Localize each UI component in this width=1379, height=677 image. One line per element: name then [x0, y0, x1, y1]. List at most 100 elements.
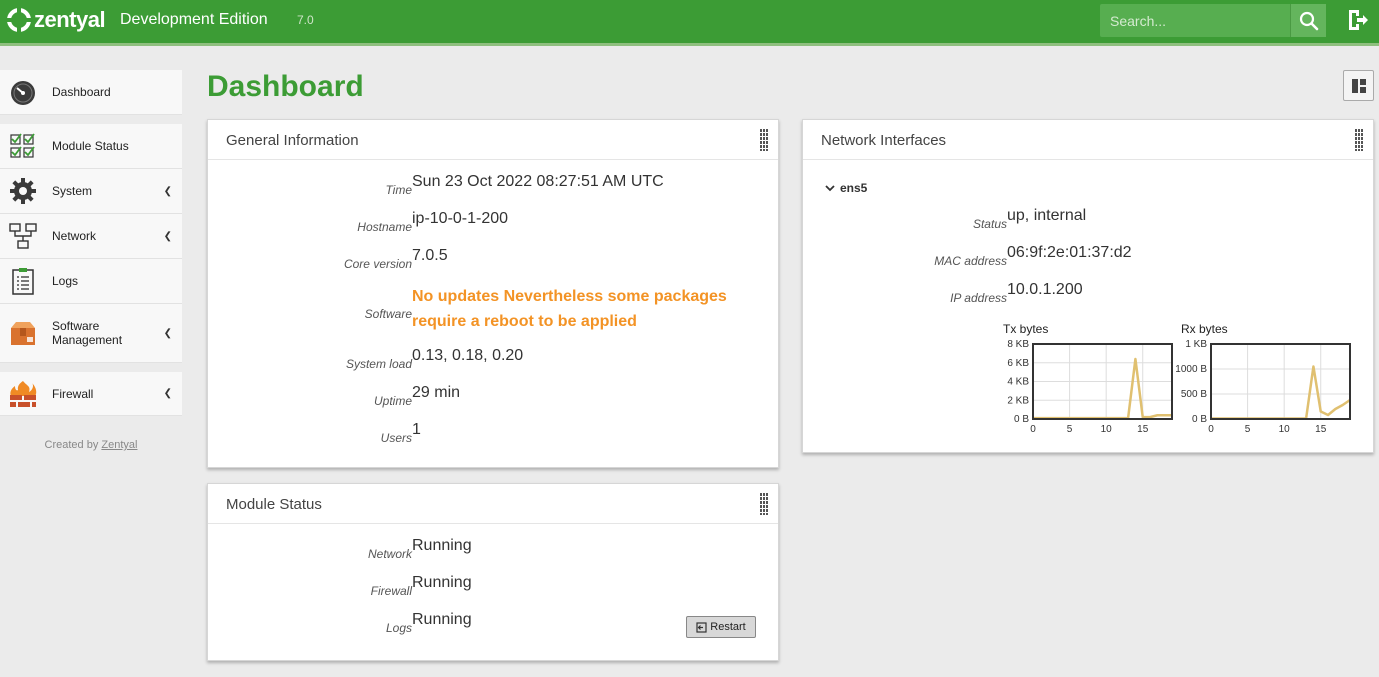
- restart-icon: [696, 621, 707, 633]
- y-tick-label: 6 KB: [1007, 358, 1029, 369]
- created-by-prefix: Created by: [44, 439, 102, 451]
- info-row-core-version: Core version: [208, 247, 412, 281]
- zentyal-link[interactable]: Zentyal: [101, 439, 137, 451]
- sidebar-item-firewall[interactable]: Firewall ❮: [0, 372, 182, 416]
- row-label: Logs: [385, 621, 412, 635]
- x-tick-label: 15: [1315, 424, 1327, 435]
- x-tick-label: 10: [1101, 424, 1113, 435]
- zentyal-logo[interactable]: zentyal: [6, 6, 106, 34]
- sidebar-item-dashboard[interactable]: Dashboard: [0, 70, 182, 115]
- row-value: 29 min: [412, 384, 461, 401]
- row-label: Uptime: [373, 394, 412, 408]
- row-value: Running: [412, 574, 472, 591]
- x-tick-label: 10: [1279, 424, 1291, 435]
- panel-header: Network Interfaces: [803, 120, 1373, 160]
- y-tick-label: 4 KB: [1007, 377, 1029, 388]
- info-row-hostname: Hostname: [208, 210, 412, 244]
- top-bar: zentyal Development Edition 7.0: [0, 0, 1379, 46]
- tx-chart-title: Tx bytes: [1003, 322, 1049, 336]
- chevron-left-icon: ❮: [163, 327, 172, 339]
- sidebar-item-label: Firewall: [52, 386, 94, 401]
- logout-button[interactable]: [1346, 8, 1370, 32]
- row-value: No updates Nevertheless some packages re…: [412, 284, 765, 344]
- row-value: Running: [412, 537, 472, 554]
- interface-toggle[interactable]: ens5: [825, 181, 867, 195]
- x-tick-label: 5: [1067, 424, 1073, 435]
- software-update-warning[interactable]: No updates Nevertheless some packages re…: [412, 288, 727, 330]
- module-row-firewall: Firewall: [208, 574, 412, 608]
- sidebar-item-label: Software Management: [52, 319, 123, 347]
- series-line: [1211, 365, 1351, 420]
- row-value: ip-10-0-1-200: [412, 210, 509, 227]
- version-label: 7.0: [297, 13, 314, 27]
- grid-layout-icon: [1351, 78, 1366, 93]
- chevron-down-icon: [825, 185, 835, 192]
- sidebar: Dashboard Module Status System ❮ Network…: [0, 70, 182, 451]
- logo-text: zentyal: [34, 7, 106, 32]
- restart-label: Restart: [710, 621, 746, 633]
- row-label: Network: [367, 547, 412, 561]
- box-icon: [9, 319, 37, 347]
- row-value: 7.0.5: [412, 247, 448, 264]
- edition-label: Development Edition: [120, 11, 268, 28]
- sidebar-item-network[interactable]: Network ❮: [0, 214, 182, 259]
- y-tick-label: 500 B: [1181, 389, 1207, 400]
- info-row-time: Time: [208, 173, 412, 207]
- row-label: Time: [385, 183, 412, 197]
- y-tick-label: 8 KB: [1007, 339, 1029, 350]
- module-status-panel: Module Status Network Running Firewall R…: [207, 483, 779, 661]
- info-row-system-load: System load: [208, 347, 412, 381]
- checklist-icon: [9, 132, 37, 160]
- y-tick-label: 2 KB: [1007, 395, 1029, 406]
- sidebar-item-label: System: [52, 184, 93, 198]
- restart-button[interactable]: Restart: [686, 616, 756, 638]
- sidebar-item-label: Network: [52, 229, 97, 243]
- created-by-footer: Created by Zentyal: [0, 439, 182, 451]
- module-row-network: Network: [208, 537, 412, 571]
- gear-icon: [9, 177, 37, 205]
- info-row-software: Software: [208, 284, 412, 344]
- network-icon: [9, 222, 37, 250]
- iface-row-ip: IP address: [803, 281, 1007, 315]
- info-row-uptime: Uptime: [208, 384, 412, 418]
- rx-bytes-chart: 0 B 500 B 1000 B 1 KB 0 5 10 15: [1175, 339, 1351, 435]
- row-value: 10.0.1.200: [1007, 281, 1083, 298]
- drag-handle-icon[interactable]: [760, 493, 768, 515]
- series-line: [1033, 357, 1172, 420]
- chevron-left-icon: ❮: [163, 230, 172, 242]
- sidebar-item-software-management[interactable]: Software Management ❮: [0, 304, 182, 363]
- panel-title: General Information: [226, 132, 359, 149]
- sidebar-item-system[interactable]: System ❮: [0, 169, 182, 214]
- search-input[interactable]: [1100, 4, 1290, 37]
- row-label: Users: [380, 431, 412, 445]
- network-interfaces-panel: Network Interfaces ens5 Status up, inter…: [802, 119, 1374, 453]
- row-value: 0.13, 0.18, 0.20: [412, 347, 524, 364]
- row-value: 06:9f:2e:01:37:d2: [1007, 244, 1132, 261]
- y-tick-label: 0 B: [1014, 414, 1029, 425]
- drag-handle-icon[interactable]: [760, 129, 768, 151]
- chevron-left-icon: ❮: [163, 185, 172, 197]
- info-row-users: Users: [208, 421, 412, 455]
- y-tick-label: 1 KB: [1185, 339, 1207, 350]
- search-icon: [1299, 11, 1318, 30]
- row-label: MAC address: [934, 254, 1007, 268]
- search-button[interactable]: [1290, 4, 1326, 37]
- row-label: Status: [972, 217, 1007, 231]
- row-label: IP address: [950, 291, 1007, 305]
- x-tick-label: 0: [1030, 424, 1036, 435]
- iface-row-status: Status: [803, 207, 1007, 241]
- clipboard-icon: [9, 267, 37, 295]
- y-tick-label: 1000 B: [1175, 364, 1207, 375]
- row-value: Running Restart: [412, 611, 765, 645]
- x-tick-label: 0: [1208, 424, 1214, 435]
- layout-toggle-button[interactable]: [1343, 70, 1374, 101]
- sidebar-item-module-status[interactable]: Module Status: [0, 124, 182, 169]
- rx-chart-title: Rx bytes: [1181, 322, 1228, 336]
- drag-handle-icon[interactable]: [1355, 129, 1363, 151]
- row-label: Firewall: [370, 584, 412, 598]
- logs-status-text: Running: [412, 611, 472, 628]
- general-information-panel: General Information Time Sun 23 Oct 2022…: [207, 119, 779, 468]
- gauge-icon: [9, 78, 37, 106]
- sidebar-item-label: Logs: [52, 274, 79, 288]
- sidebar-item-logs[interactable]: Logs: [0, 259, 182, 304]
